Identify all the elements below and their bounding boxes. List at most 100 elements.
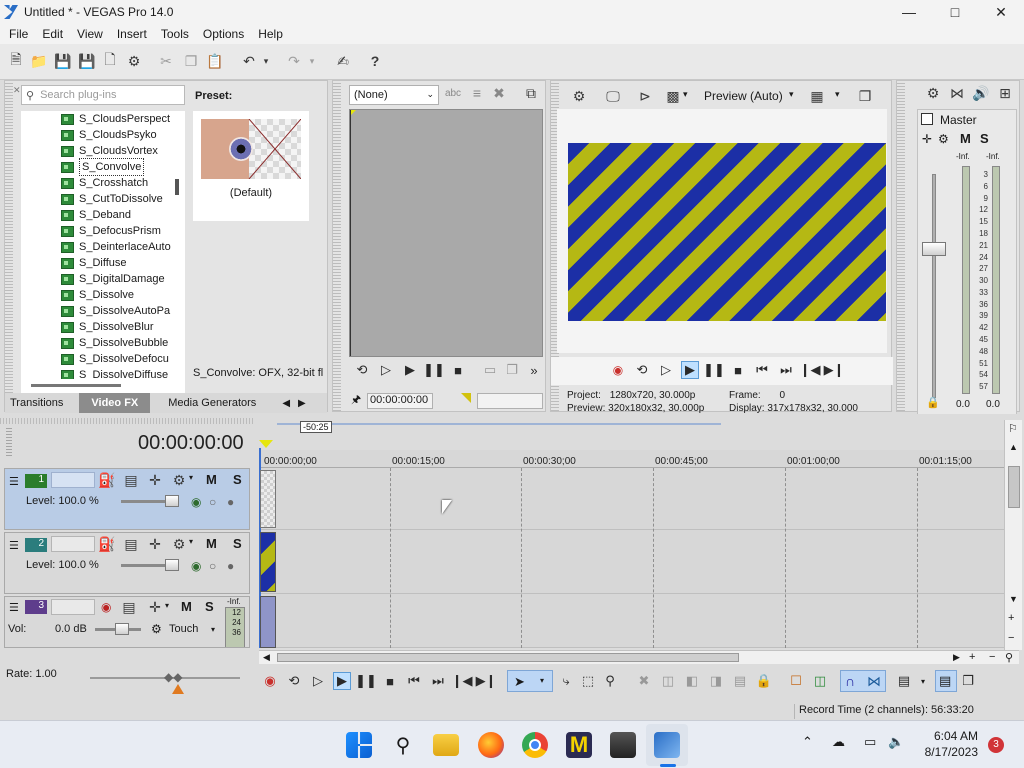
trim-icon[interactable]: ◫: [659, 672, 677, 690]
zoom-out-vertical-icon[interactable]: −: [1008, 632, 1014, 644]
chevron-down-icon[interactable]: ▾: [189, 537, 193, 546]
trimmer-timecode[interactable]: 00:00:00:00: [367, 393, 433, 409]
movavi-icon[interactable]: M: [566, 732, 592, 758]
timeline-horizontal-scrollbar[interactable]: ◀ ▶ + − ⚲: [259, 650, 1019, 664]
loop-icon[interactable]: ⟲: [353, 361, 371, 379]
timeline-grip[interactable]: [6, 426, 12, 456]
automation-mode-dropdown[interactable]: Touch: [169, 623, 198, 635]
plugin-item[interactable]: S_CutToDissolve: [61, 191, 185, 207]
downmix-icon[interactable]: ⋈: [949, 85, 965, 101]
lock-event-icon[interactable]: 🔒: [755, 672, 773, 690]
spell-check-icon[interactable]: abc: [445, 85, 461, 101]
firefox-icon[interactable]: [478, 732, 504, 758]
arm-for-record-icon[interactable]: ◉: [101, 600, 111, 614]
lock-envelopes-toggle[interactable]: ▤: [935, 670, 957, 692]
compositing-mode-icon[interactable]: ✛: [147, 536, 163, 552]
trimmer-duration-field[interactable]: [477, 393, 543, 409]
vertical-scroll-thumb[interactable]: [1008, 466, 1020, 508]
track-lane-2[interactable]: [259, 530, 1004, 594]
redo-dropdown-icon[interactable]: ▾: [304, 53, 320, 69]
insert-region-icon[interactable]: ◫: [811, 672, 829, 690]
scroll-down-icon[interactable]: ▼: [1009, 594, 1018, 604]
track-mute-button[interactable]: M: [206, 472, 217, 487]
loop-icon[interactable]: ⟲: [633, 361, 651, 379]
plugin-item[interactable]: S_DissolveAutoPa: [61, 303, 185, 319]
plugin-item[interactable]: S_DissolveBubble: [61, 335, 185, 351]
record-icon[interactable]: ◉: [609, 361, 627, 379]
redo-icon[interactable]: ↷: [286, 53, 302, 69]
horizontal-scroll-thumb[interactable]: [277, 653, 739, 662]
go-to-end-icon[interactable]: ⏭: [429, 672, 447, 690]
track-settings-gear-icon[interactable]: ⚙: [171, 472, 187, 488]
normal-edit-tool[interactable]: ➤ ▾: [507, 670, 553, 692]
play-icon[interactable]: ▶: [681, 361, 699, 379]
track-solo-button[interactable]: S: [205, 599, 214, 614]
preview-viewport[interactable]: [557, 109, 887, 353]
add-to-timeline-after-icon[interactable]: ❐: [503, 361, 521, 379]
plugin-item[interactable]: S_Dissolve: [61, 287, 185, 303]
record-icon[interactable]: ◉: [261, 672, 279, 690]
panel-grip[interactable]: [333, 81, 341, 411]
video-clip-2[interactable]: [260, 532, 276, 592]
track-name-field[interactable]: [51, 599, 95, 615]
time-ruler[interactable]: [259, 450, 1004, 468]
chevron-up-icon[interactable]: ⌃: [802, 734, 813, 750]
zoom-in-vertical-icon[interactable]: +: [1008, 612, 1014, 624]
loop-region-marker[interactable]: -50:25: [300, 421, 332, 433]
next-frame-icon[interactable]: ▶❙: [824, 361, 845, 379]
more-options-icon[interactable]: »: [525, 361, 543, 379]
plugin-list-hscroll[interactable]: [21, 379, 185, 393]
make-compositing-child-icon[interactable]: ○: [209, 495, 216, 509]
plugin-item[interactable]: S_Crosshatch: [61, 175, 185, 191]
search-icon[interactable]: ⚲: [390, 732, 416, 758]
scroll-left-icon[interactable]: ◀: [263, 652, 270, 663]
chrome-icon[interactable]: [522, 732, 548, 758]
save-as-icon[interactable]: 💾: [78, 53, 95, 69]
marker-flag-icon[interactable]: ⚐: [1008, 422, 1018, 435]
track-mute-button[interactable]: M: [181, 599, 192, 614]
master-mute-button[interactable]: M: [960, 131, 971, 146]
previous-frame-icon[interactable]: ❙◀: [452, 672, 473, 690]
dim-output-icon[interactable]: 🔊: [972, 85, 989, 101]
lock-icon[interactable]: 🔒: [926, 396, 940, 409]
track-lane-3[interactable]: [259, 594, 1004, 648]
stop-icon[interactable]: ■: [449, 361, 467, 379]
insert-marker-icon[interactable]: ☐: [787, 672, 805, 690]
collapse-track-icon[interactable]: ☰: [9, 601, 19, 614]
overlays-grid-icon[interactable]: ▦: [809, 88, 825, 104]
notification-badge[interactable]: 3: [988, 737, 1004, 753]
envelope-tool-icon[interactable]: ⤷: [557, 672, 575, 690]
track-solo-button[interactable]: S: [233, 536, 242, 551]
tab-scroll-right-icon[interactable]: ▶: [298, 398, 306, 409]
vegas-pro-taskbar-icon[interactable]: [654, 732, 680, 758]
loop-region-bar[interactable]: [277, 423, 721, 425]
collapse-track-icon[interactable]: ☰: [9, 475, 19, 488]
input-bus-icon[interactable]: ✛: [147, 599, 163, 615]
snapping-magnet-icon[interactable]: ∩: [845, 673, 855, 689]
plugin-list-scrollbar-thumb[interactable]: [175, 179, 179, 195]
open-folder-icon[interactable]: 📁: [30, 53, 47, 69]
track-solo-button[interactable]: S: [233, 472, 242, 487]
plugin-item[interactable]: S_DeinterlaceAuto: [61, 239, 185, 255]
plugin-item[interactable]: S_Deband: [61, 207, 185, 223]
go-to-end-icon[interactable]: ⏭: [777, 361, 795, 379]
make-compositing-child-icon[interactable]: ○: [209, 559, 216, 573]
delete-event-icon[interactable]: ✖: [635, 672, 653, 690]
zoom-in-horizontal-icon[interactable]: +: [969, 651, 975, 663]
add-to-timeline-icon[interactable]: ▭: [481, 361, 499, 379]
chevron-down-icon[interactable]: ▾: [683, 89, 688, 100]
menu-view[interactable]: View: [70, 27, 110, 41]
chevron-down-icon[interactable]: ▾: [835, 89, 840, 100]
preview-properties-gear-icon[interactable]: ⚙: [571, 88, 587, 104]
volume-icon[interactable]: 🔈: [888, 734, 904, 750]
track-level-knob[interactable]: [165, 559, 179, 571]
minimize-icon[interactable]: —: [886, 0, 932, 24]
plugin-item[interactable]: S_DefocusPrism: [61, 223, 185, 239]
plugin-item[interactable]: S_DigitalDamage: [61, 271, 185, 287]
tab-video-fx[interactable]: Video FX: [79, 393, 151, 413]
plugin-item[interactable]: S_Convolve: [61, 158, 185, 176]
plugin-item[interactable]: S_Diffuse: [61, 255, 185, 271]
chevron-down-icon[interactable]: ▾: [189, 473, 193, 482]
tab-scroll-left-icon[interactable]: ◀: [282, 398, 290, 409]
master-fader-handle[interactable]: [922, 242, 946, 256]
